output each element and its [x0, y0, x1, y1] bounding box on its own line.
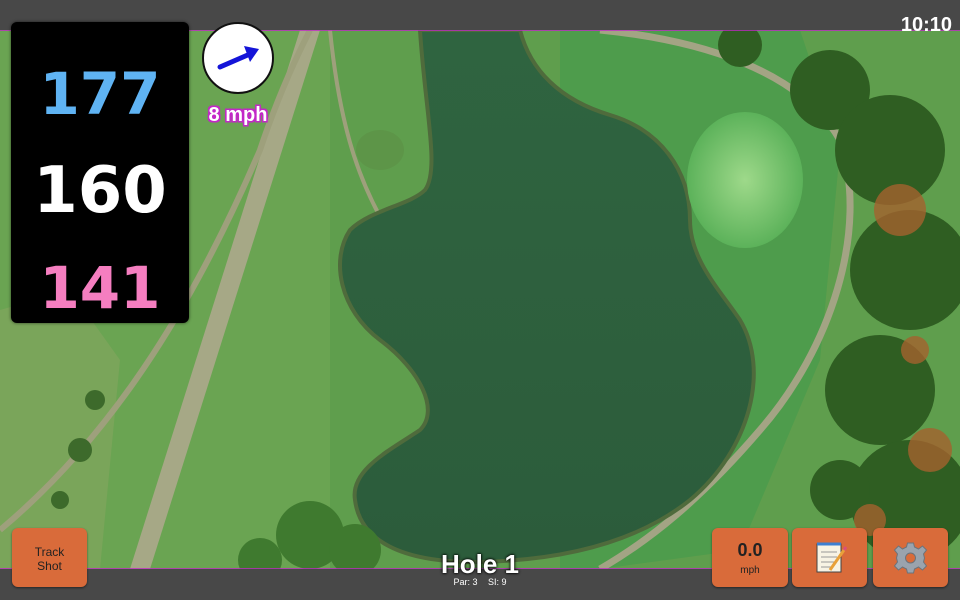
distance-panel: 177 160 141 — [11, 22, 189, 323]
par-label: Par: 3 — [453, 577, 478, 587]
speed-value: 0.0 — [737, 540, 763, 560]
settings-button[interactable] — [873, 528, 948, 587]
middle-distance: 160 — [33, 154, 167, 228]
hole-title: Hole 1 — [440, 549, 520, 579]
gear-icon — [893, 542, 928, 574]
speed-unit: mph — [740, 565, 760, 576]
hole-meta: Par: 3 SI: 9 — [380, 577, 580, 587]
track-shot-label-line2: Shot — [37, 559, 62, 573]
wind-speed: 8 mph — [208, 104, 268, 126]
wind-direction-dial — [202, 22, 274, 94]
stroke-index-label: SI: 9 — [488, 577, 507, 587]
notepad-icon — [816, 542, 848, 573]
notes-button[interactable] — [792, 528, 867, 587]
track-shot-button[interactable]: Track Shot — [12, 528, 87, 587]
speed-button[interactable]: 0.0 mph — [712, 528, 788, 587]
back-distance: 177 — [39, 60, 161, 128]
clock: 10:10 — [900, 14, 952, 36]
front-distance: 141 — [39, 254, 161, 322]
arrow-up-right-icon — [217, 46, 259, 70]
track-shot-label-line1: Track — [34, 545, 65, 559]
